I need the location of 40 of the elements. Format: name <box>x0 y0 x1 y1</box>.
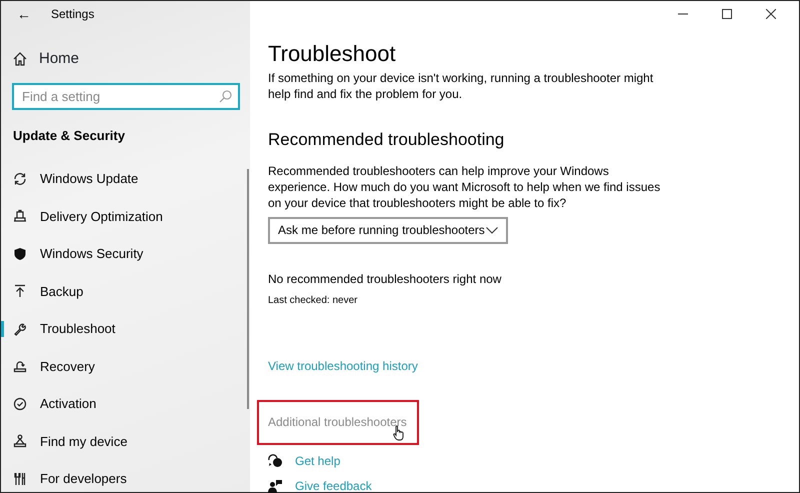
intro-text: If something on your device isn't working, running a troubleshooter might help find and fix the problem for you. <box>268 70 654 102</box>
back-button[interactable]: ← <box>13 4 35 24</box>
description-text: Recommended troubleshooters can help improve your Windows experience. How much do you want Microsoft to help when we find issues on your device that troubleshooters might be able to fix? <box>268 162 662 211</box>
sidebar-item[interactable]: Troubleshoot <box>1 310 250 348</box>
hand-cursor-icon <box>392 424 405 441</box>
wrench-icon <box>13 322 27 336</box>
person-pin-icon <box>13 434 27 448</box>
sidebar-item[interactable]: For developers <box>1 460 250 493</box>
close-icon <box>766 9 776 19</box>
troubleshooter-dropdown[interactable]: Ask me before running troubleshooters <box>268 216 508 244</box>
sidebar-item[interactable]: Delivery Optimization <box>1 198 250 235</box>
sidebar-item[interactable]: Backup <box>1 272 250 310</box>
home-icon <box>13 52 27 66</box>
refresh-icon <box>13 172 27 186</box>
sidebar-item[interactable]: Windows Security <box>1 235 250 272</box>
window-title: Settings <box>51 6 94 23</box>
sidebar-item[interactable]: Find my device <box>1 422 250 460</box>
recovery-icon <box>13 359 27 374</box>
page-title: Troubleshoot <box>268 41 397 68</box>
status-text: No recommended troubleshooters right now <box>268 270 502 288</box>
section-heading: Recommended troubleshooting <box>268 130 506 151</box>
tray-icon <box>13 209 27 224</box>
search-field[interactable]: Find a setting <box>12 83 240 110</box>
feedback-icon <box>268 479 283 493</box>
maximize-icon <box>722 9 732 19</box>
section-heading: Update & Security <box>12 127 126 145</box>
tools-icon <box>13 472 27 486</box>
help-chat-icon <box>268 454 283 468</box>
shield-icon <box>13 246 27 261</box>
sidebar-item[interactable]: Windows Update <box>1 160 250 198</box>
minimize-icon <box>678 13 688 15</box>
upload-arrow-icon <box>13 284 27 298</box>
search-icon <box>219 90 232 103</box>
scrollbar[interactable] <box>247 169 249 409</box>
sidebar-item[interactable]: Recovery <box>1 348 250 385</box>
check-circle-icon <box>13 396 27 411</box>
last-checked-text: Last checked: never <box>268 294 358 308</box>
chevron-down-icon <box>486 226 498 234</box>
sidebar-item[interactable]: Activation <box>1 385 250 422</box>
home-link[interactable]: Home <box>39 48 80 70</box>
